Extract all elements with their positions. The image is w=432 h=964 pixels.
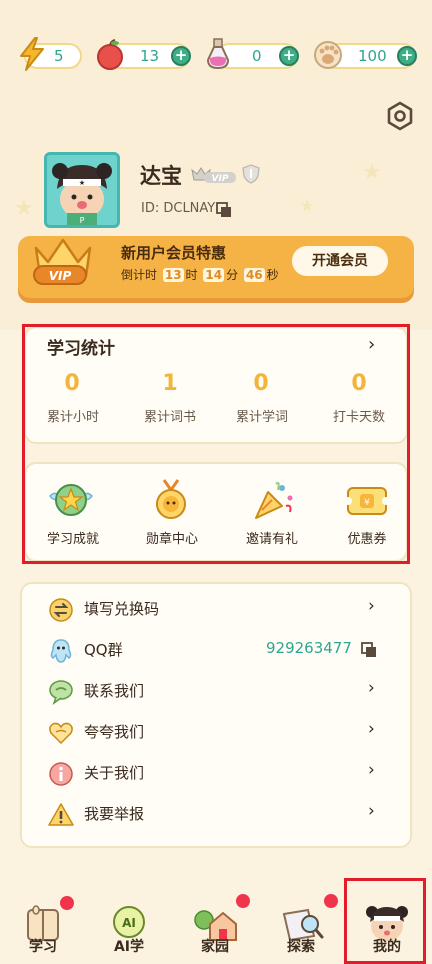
nav-label: 学习 — [29, 939, 57, 955]
highlight-box — [22, 324, 410, 564]
svg-text:AI: AI — [122, 916, 136, 930]
nav-tab-ai-study[interactable]: AI AI学 — [86, 900, 172, 964]
info-icon — [49, 762, 73, 786]
list-item-praise-us[interactable]: 夸夸我们 › — [20, 713, 412, 753]
nav-label: AI学 — [113, 939, 145, 955]
nav-tab-study[interactable]: 学习 — [0, 896, 86, 964]
countdown-hours: 13 — [162, 268, 184, 282]
svg-text:★: ★ — [79, 179, 85, 187]
list-label: 填写兑换码 — [84, 600, 160, 618]
exchange-icon — [49, 598, 73, 622]
settings-hexagon-icon[interactable] — [384, 100, 416, 132]
list-label: QQ群 — [84, 641, 123, 659]
chat-icon — [49, 680, 73, 705]
paw-value: 100 — [358, 47, 387, 65]
nav-label: 家园 — [201, 939, 229, 955]
svg-text:P: P — [80, 216, 85, 225]
chevron-right-icon: › — [368, 801, 375, 821]
qq-group-number: 929263477 — [266, 639, 352, 657]
energy-value: 5 — [54, 47, 64, 65]
add-potion-button[interactable]: + — [279, 46, 299, 66]
list-item-qq-group[interactable]: QQ群 929263477 — [20, 631, 412, 671]
user-name: 达宝 — [140, 164, 182, 188]
decor-star-icon: ★ — [300, 196, 315, 215]
highlight-box — [344, 878, 426, 964]
chevron-right-icon: › — [368, 719, 375, 739]
apple-value: 13 — [140, 47, 160, 65]
decor-star-icon: ★ — [362, 160, 382, 185]
add-apple-button[interactable]: + — [171, 46, 191, 66]
notification-badge — [236, 894, 250, 908]
add-paw-button[interactable]: + — [397, 46, 417, 66]
nav-tab-home[interactable]: 家园 — [172, 894, 258, 964]
countdown-seconds: 46 — [243, 268, 265, 282]
countdown-hours-unit: 时 — [185, 268, 198, 282]
list-label: 关于我们 — [84, 764, 145, 782]
list-item-report[interactable]: 我要举报 › — [20, 795, 412, 835]
avatar[interactable]: ★ P — [44, 152, 120, 228]
list-label: 联系我们 — [84, 682, 145, 700]
vip-badge-text: VIP — [212, 174, 229, 184]
resource-bar: 5 13 + 0 + 100 + — [16, 36, 417, 76]
list-label: 我要举报 — [84, 805, 145, 823]
vip-crown-icon: VIP — [33, 238, 92, 285]
lightning-icon — [20, 37, 44, 71]
paw-icon — [314, 41, 342, 69]
apple-icon — [97, 39, 123, 70]
vip-badge-icon: VIP — [191, 167, 236, 184]
vip-offer-title: 新用户会员特惠 — [121, 244, 227, 262]
chevron-right-icon: › — [368, 678, 375, 698]
countdown-minutes: 14 — [203, 268, 225, 282]
copy-icon[interactable] — [215, 201, 233, 219]
avatar-character-icon: ★ P — [47, 155, 117, 225]
notification-badge — [60, 896, 74, 910]
warning-icon — [48, 803, 74, 826]
countdown-seconds-unit: 秒 — [266, 268, 279, 282]
nav-label: 探索 — [287, 939, 315, 955]
list-item-redeem-code[interactable]: 填写兑换码 › — [20, 590, 412, 630]
countdown-minutes-unit: 分 — [226, 268, 239, 282]
qq-icon — [50, 639, 72, 663]
countdown-prefix: 倒计时 — [121, 268, 158, 282]
decor-star-icon: ★ — [14, 196, 34, 221]
list-item-contact-us[interactable]: 联系我们 › — [20, 672, 412, 712]
heart-icon — [49, 722, 73, 745]
nav-tab-explore[interactable]: 探索 — [258, 894, 344, 964]
notification-badge — [324, 894, 338, 908]
potion-icon — [206, 38, 230, 70]
vip-crown-text: VIP — [49, 269, 72, 283]
open-membership-button[interactable]: 开通会员 — [292, 246, 388, 276]
vip-countdown: 倒计时 13 时 14 分 46 秒 — [121, 266, 279, 283]
list-item-about-us[interactable]: 关于我们 › — [20, 754, 412, 794]
copy-icon[interactable] — [360, 641, 378, 659]
user-id: ID: DCLNAY — [141, 201, 216, 216]
shield-icon — [242, 164, 260, 184]
chevron-right-icon: › — [368, 596, 375, 616]
chevron-right-icon: › — [368, 760, 375, 780]
list-label: 夸夸我们 — [84, 723, 145, 741]
potion-value: 0 — [252, 47, 262, 65]
